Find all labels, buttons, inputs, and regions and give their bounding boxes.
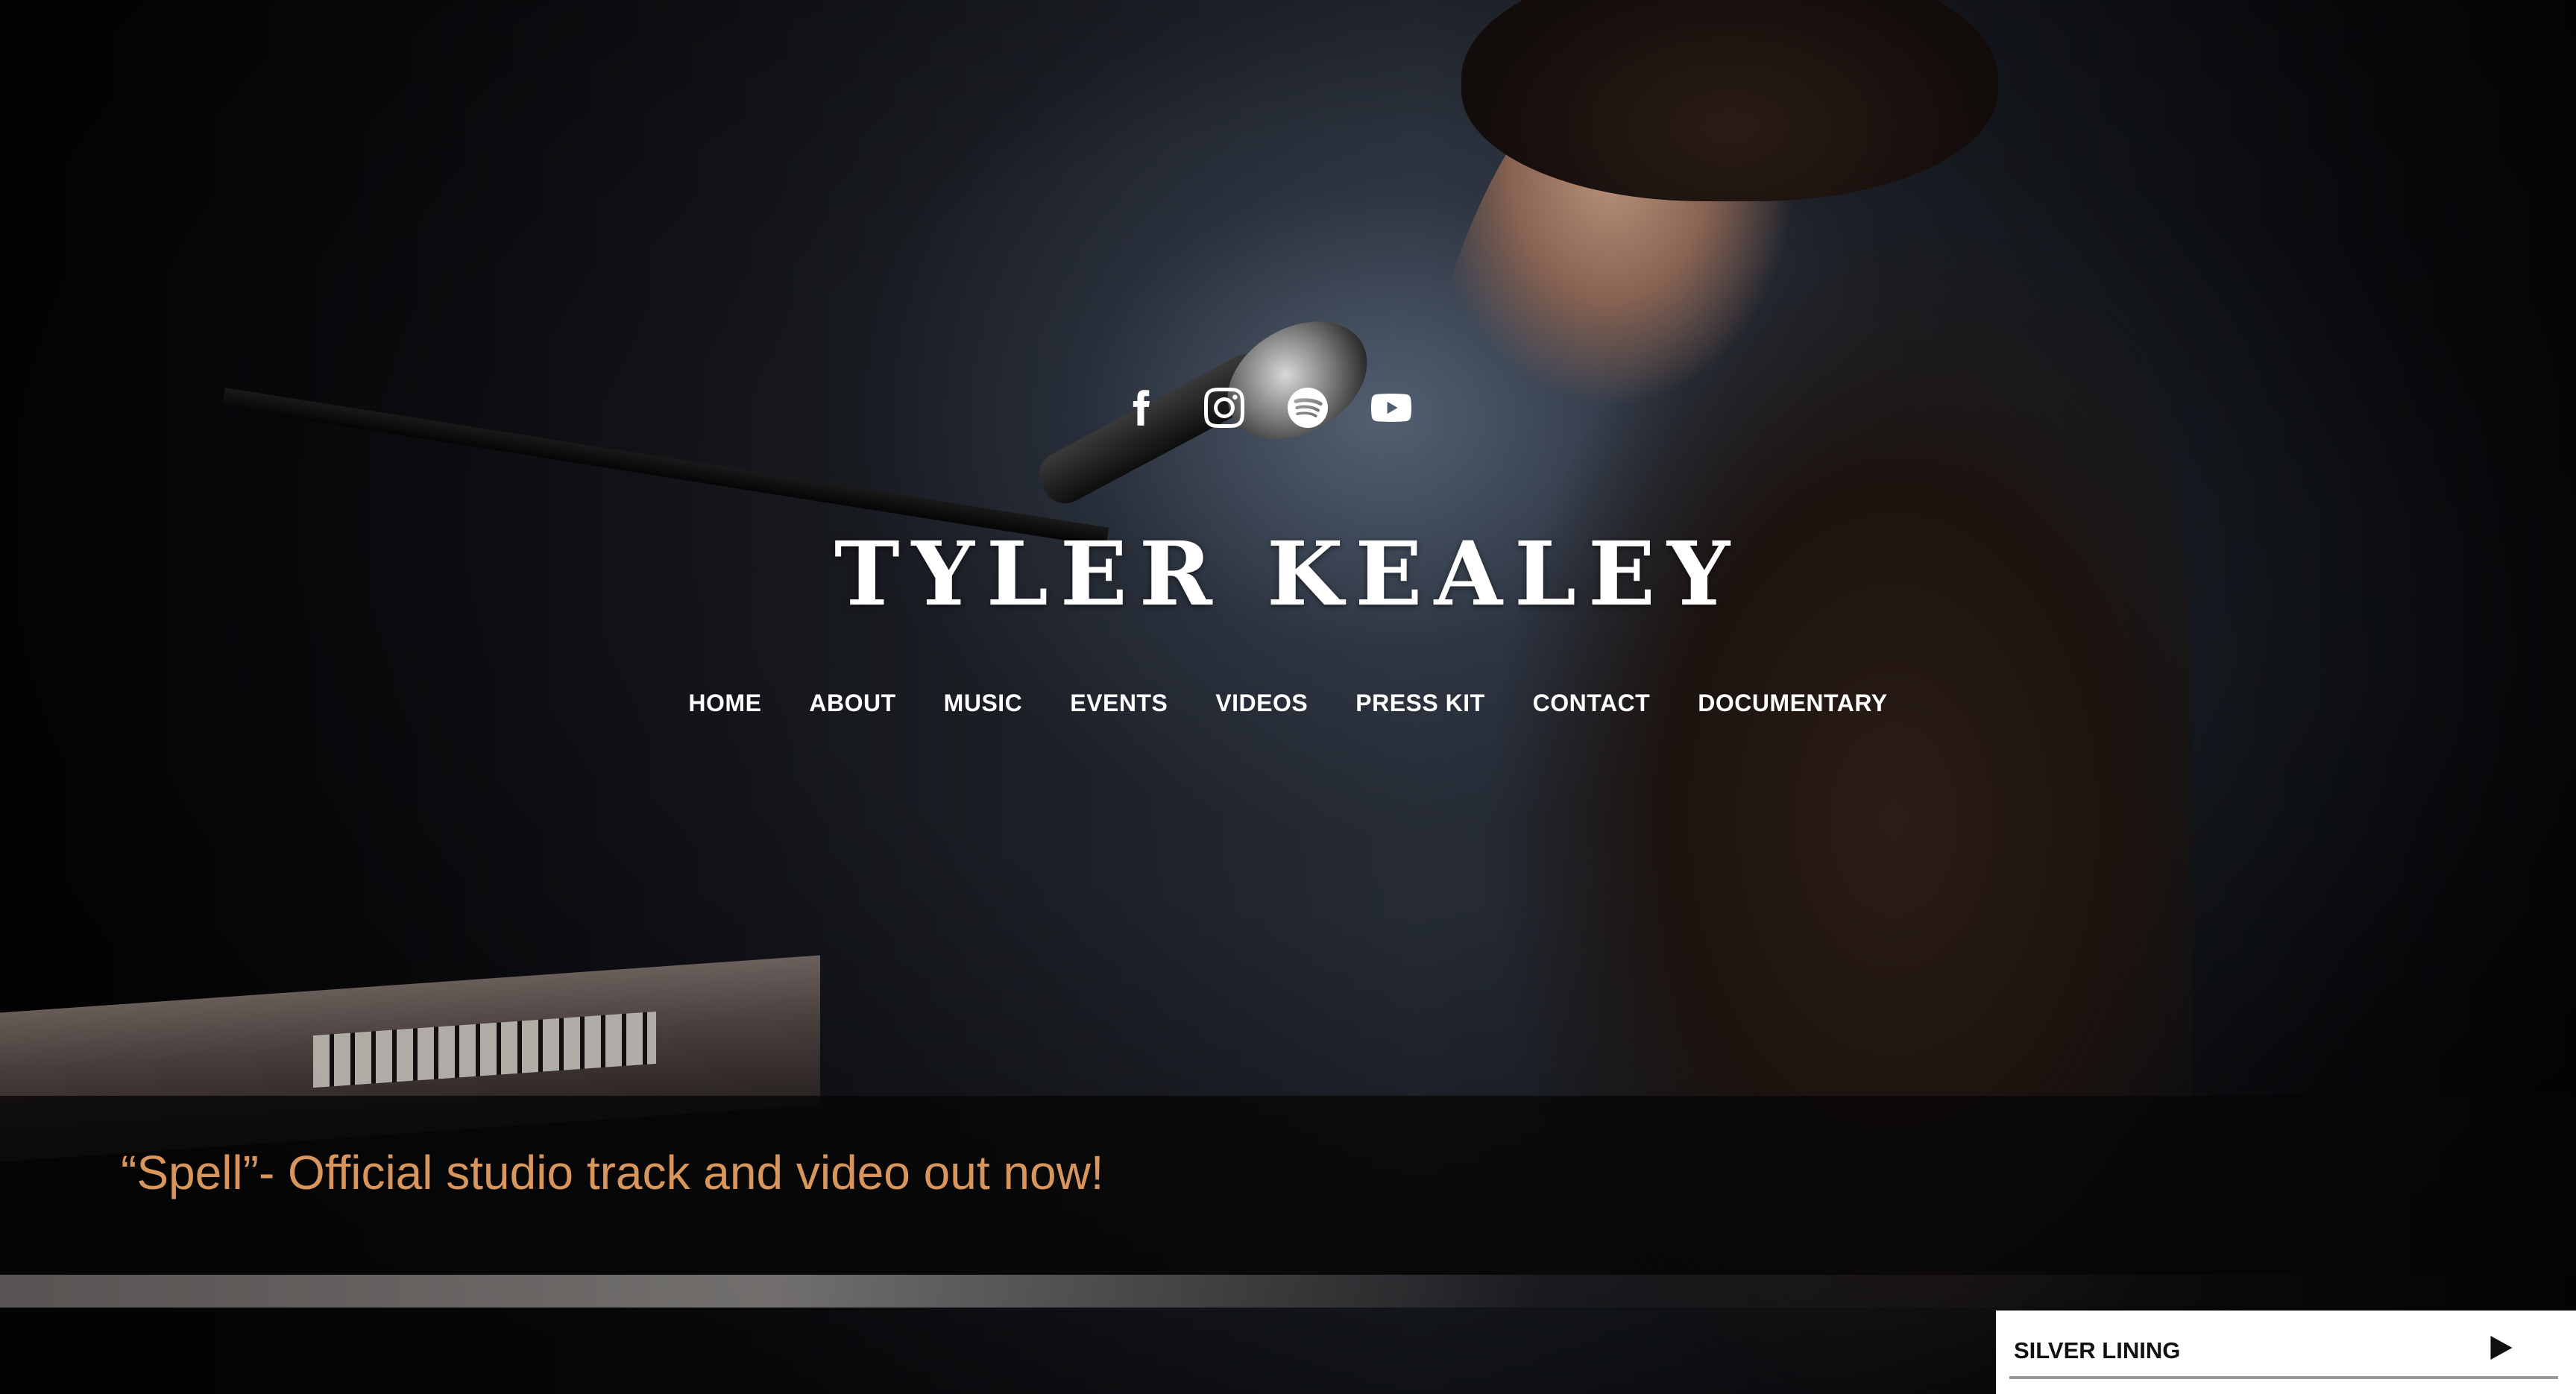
nav-item-press-kit[interactable]: PRESS KIT [1355,690,1484,717]
performer-hat [1461,0,1998,201]
nav-item-about[interactable]: ABOUT [809,690,895,717]
nav-item-home[interactable]: HOME [688,690,761,717]
facebook-icon[interactable] [1121,388,1161,428]
site-title[interactable]: TYLER KEALEY [0,522,2576,625]
announcement-banner: “Spell”- Official studio track and video… [0,1096,2576,1275]
nav-item-contact[interactable]: CONTACT [1533,690,1651,717]
main-nav: HOME ABOUT MUSIC EVENTS VIDEOS PRESS KIT… [0,690,2576,717]
nav-item-videos[interactable]: VIDEOS [1215,690,1308,717]
banner-headline-link[interactable]: “Spell”- Official studio track and video… [121,1145,1104,1200]
keyboard-keys [313,1011,656,1088]
player-progress-bar[interactable] [2009,1376,2558,1379]
player-track-title: SILVER LINING [2014,1337,2181,1363]
youtube-icon[interactable] [1370,388,1411,428]
banner-decoration-strip [0,1275,2576,1308]
nav-item-events[interactable]: EVENTS [1070,690,1168,717]
spotify-icon[interactable] [1287,388,1328,428]
instagram-icon[interactable] [1203,388,1244,428]
play-icon[interactable] [2487,1333,2516,1363]
social-links [0,388,2554,428]
nav-item-music[interactable]: MUSIC [944,690,1023,717]
nav-item-documentary[interactable]: DOCUMENTARY [1698,690,1887,717]
music-player: SILVER LINING [1996,1311,2576,1394]
